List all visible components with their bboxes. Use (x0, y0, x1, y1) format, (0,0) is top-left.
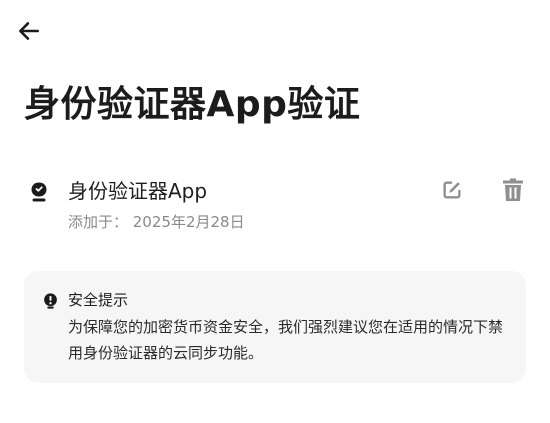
trash-icon (503, 178, 523, 201)
back-button[interactable] (14, 16, 44, 46)
security-notice-title: 安全提示 (68, 291, 129, 309)
page-title: 身份验证器App验证 (24, 84, 361, 125)
security-notice-body: 为保障您的加密货币资金安全，我们强烈建议您在适用的情况下禁用身份验证器的云同步功… (68, 318, 504, 362)
authenticator-name: 身份验证器App (68, 179, 208, 203)
edit-icon (443, 181, 461, 199)
authenticator-item: 身份验证器App 添加于： 2025年2月28日 (0, 166, 550, 240)
arrow-left-icon (19, 22, 39, 40)
security-notice: 安全提示 为保障您的加密货币资金安全，我们强烈建议您在适用的情况下禁用身份验证器… (24, 271, 526, 383)
authenticator-icon (31, 182, 47, 202)
delete-button[interactable] (499, 175, 527, 205)
authenticator-verification-page: 身份验证器App验证 身份验证器App 添加于： 2025年2月28日 安全提示… (0, 0, 550, 423)
security-tip-icon (44, 293, 57, 309)
authenticator-added-date: 添加于： 2025年2月28日 (68, 213, 245, 231)
edit-button[interactable] (438, 176, 466, 204)
